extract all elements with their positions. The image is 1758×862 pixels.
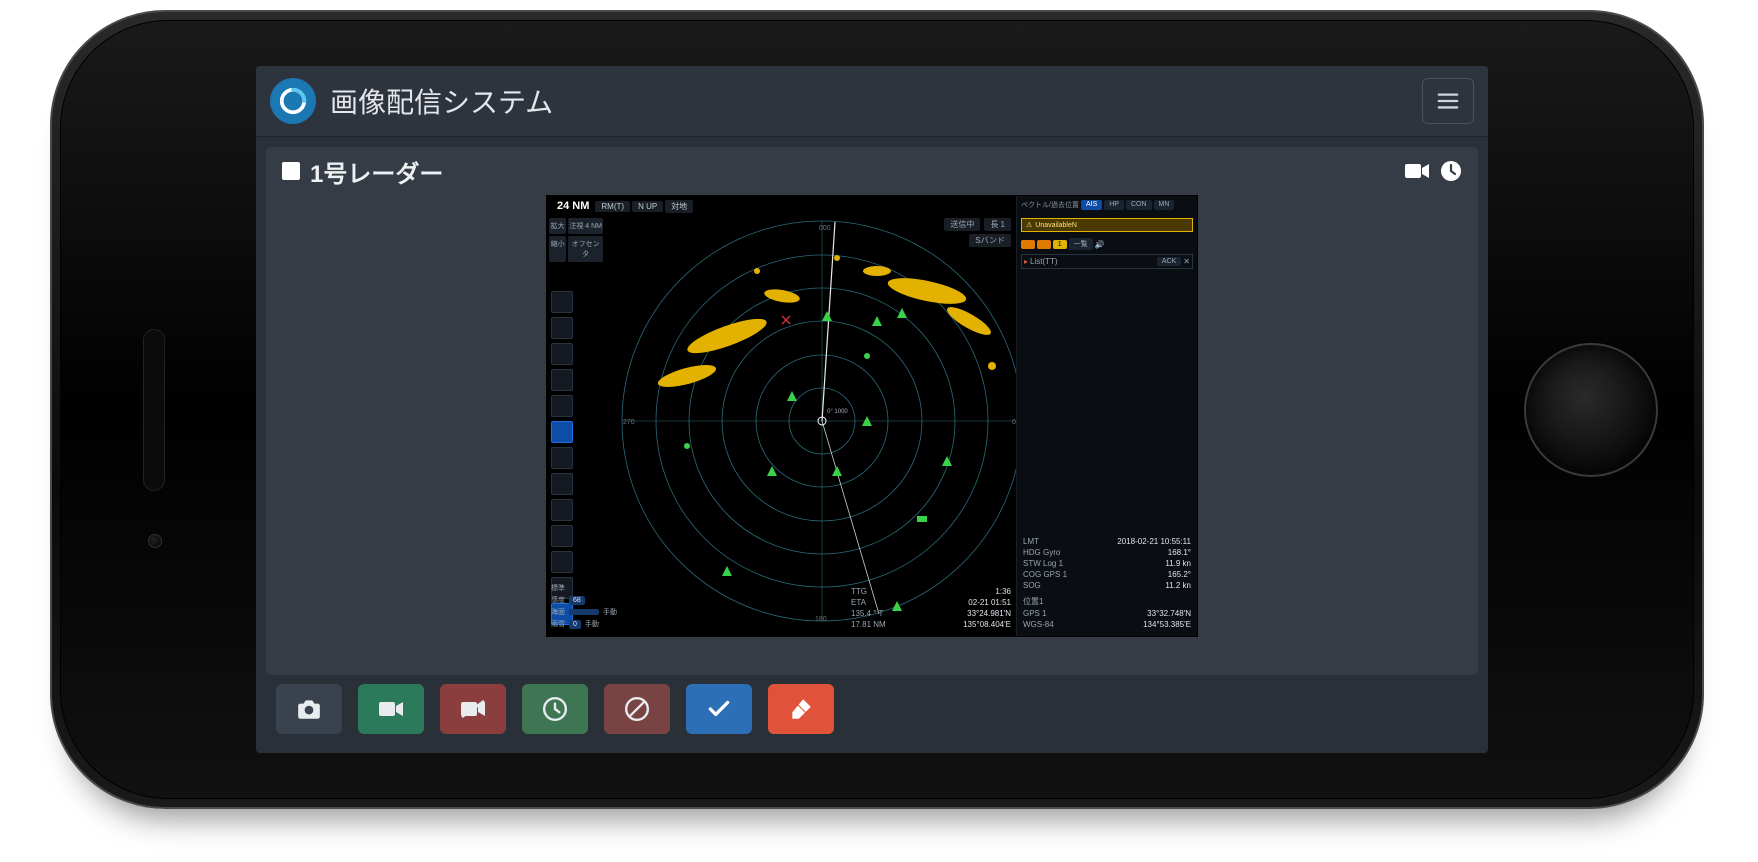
erase-button[interactable] (768, 684, 834, 734)
schedule-button[interactable] (522, 684, 588, 734)
radar-tool-icon[interactable] (551, 291, 573, 313)
radar-display[interactable]: 24 NM RM(T) N UP 対地 画面料度 応答 応諾済み (546, 195, 1198, 637)
confirm-button[interactable] (686, 684, 752, 734)
warning-text: UnavailableN (1035, 222, 1077, 229)
app-header: 画像配信システム (256, 66, 1488, 137)
video-area: 24 NM RM(T) N UP 対地 画面料度 応答 応諾済み (266, 195, 1478, 675)
hamburger-icon (1437, 92, 1459, 110)
hp-chip[interactable]: HP (1104, 200, 1124, 210)
phone-bezel: 画像配信システム 1号レーダー (60, 20, 1694, 799)
radar-tool-icon[interactable] (551, 421, 573, 443)
radar-clutter-controls: 標準 感度 68 海面 手動 (551, 582, 701, 630)
alert-chip[interactable] (1021, 240, 1035, 249)
app-logo[interactable] (270, 78, 316, 124)
phone-device-frame: 画像配信システム 1号レーダー (50, 10, 1704, 809)
panel-title: 1号レーダー (310, 154, 1394, 189)
record-stop-button[interactable] (440, 684, 506, 734)
radar-tool-icon[interactable] (551, 317, 573, 339)
list-tt-label: List(TT) (1030, 257, 1058, 266)
phone-speaker-grille (143, 329, 165, 491)
phone-home-button[interactable] (1524, 343, 1658, 477)
phone-front-camera (148, 534, 162, 548)
radar-tool-column (551, 291, 575, 625)
radar-tool-icon[interactable] (551, 343, 573, 365)
panel-clock-button[interactable] (1440, 160, 1462, 182)
radar-tool-icon[interactable] (551, 499, 573, 521)
radar-tool-icon[interactable] (551, 473, 573, 495)
radar-zoom-in-btn[interactable]: 拡大 (549, 218, 566, 234)
record-start-button[interactable] (358, 684, 424, 734)
radar-watch-range-btn[interactable]: 注視 4 NM (568, 218, 603, 234)
radar-left-controls: 拡大 注視 4 NM 縮小 オフセンタ (549, 218, 603, 262)
video-camera-icon (1404, 161, 1430, 181)
svg-text:0° 1000: 0° 1000 (827, 409, 848, 415)
warning-triangle-icon: ⚠ (1026, 221, 1032, 229)
list-view-chip[interactable]: 一覧 (1069, 238, 1093, 250)
rain-value[interactable]: 0 (569, 620, 581, 629)
clock-icon (1440, 160, 1462, 182)
content-area: 1号レーダー (256, 137, 1488, 753)
schedule-cancel-button[interactable] (604, 684, 670, 734)
panel-header: 1号レーダー (266, 147, 1478, 195)
radar-band-status: Sバンド (969, 234, 1011, 247)
radar-range-label: 24 NM (553, 200, 593, 212)
panel-camera-button[interactable] (1404, 161, 1430, 181)
radar-tool-icon[interactable] (551, 395, 573, 417)
nav-readout: LMT2018-02-21 10:55:11 HDG Gyro168.1° ST… (1017, 532, 1197, 636)
radar-info-panel: ベクトル/過去位置 AIS HP CON MN ⚠ UnavailableN (1016, 196, 1197, 636)
svg-text:180: 180 (815, 616, 827, 623)
close-icon[interactable]: ✕ (1183, 257, 1190, 266)
alert-chip[interactable]: 1 (1053, 240, 1067, 249)
gain-value[interactable]: 68 (569, 596, 585, 605)
ban-icon (624, 696, 650, 722)
stop-indicator-icon (282, 162, 300, 180)
radar-ref-pill: 対地 (665, 200, 693, 213)
app-title: 画像配信システム (330, 81, 1408, 121)
app-logo-icon (278, 86, 308, 116)
snapshot-button[interactable] (276, 684, 342, 734)
video-camera-icon (378, 696, 404, 722)
sea-clutter-slider[interactable] (569, 609, 599, 615)
eraser-icon (788, 696, 814, 722)
radar-tool-icon[interactable] (551, 551, 573, 573)
radar-tool-icon[interactable] (551, 525, 573, 547)
radar-tx-status: 送信中 長 1 (944, 218, 1011, 231)
radar-scope-svg: 000 090 180 270 (617, 216, 1027, 626)
clock-icon (542, 696, 568, 722)
radar-orient-pill: N UP (632, 201, 663, 212)
menu-button[interactable] (1422, 78, 1474, 124)
radar-tool-icon[interactable] (551, 447, 573, 469)
radar-zoom-out-btn[interactable]: 縮小 (549, 236, 566, 262)
radar-mode-pill: RM(T) (595, 201, 630, 212)
alert-chip[interactable] (1037, 240, 1051, 249)
video-camera-off-icon (460, 696, 486, 722)
check-icon (706, 696, 732, 722)
radar-tool-icon[interactable] (551, 369, 573, 391)
radar-scope: 000 090 180 270 (617, 216, 1027, 626)
svg-text:270: 270 (623, 419, 635, 426)
status-chip: CON (1126, 200, 1152, 210)
app-screen: 画像配信システム 1号レーダー (256, 66, 1488, 753)
status-chip: MN (1154, 200, 1175, 210)
radar-offcenter-btn[interactable]: オフセンタ (568, 236, 603, 262)
ack-button[interactable]: ACK (1157, 257, 1181, 266)
radar-cursor-readout: TTG1:36 ETA02-21 01:51 135.4 ° T33°24.98… (851, 586, 1011, 630)
camera-icon (296, 696, 322, 722)
ais-chip[interactable]: AIS (1081, 200, 1102, 210)
radar-warning[interactable]: ⚠ UnavailableN (1021, 218, 1193, 232)
speaker-icon[interactable]: 🔊 (1095, 240, 1105, 249)
svg-text:000: 000 (819, 225, 831, 232)
flag-icon: ▸ (1024, 257, 1028, 266)
video-panel: 1号レーダー (266, 147, 1478, 675)
radar-info-chips: ベクトル/過去位置 AIS HP CON MN (1017, 196, 1197, 214)
action-toolbar (266, 675, 1478, 753)
